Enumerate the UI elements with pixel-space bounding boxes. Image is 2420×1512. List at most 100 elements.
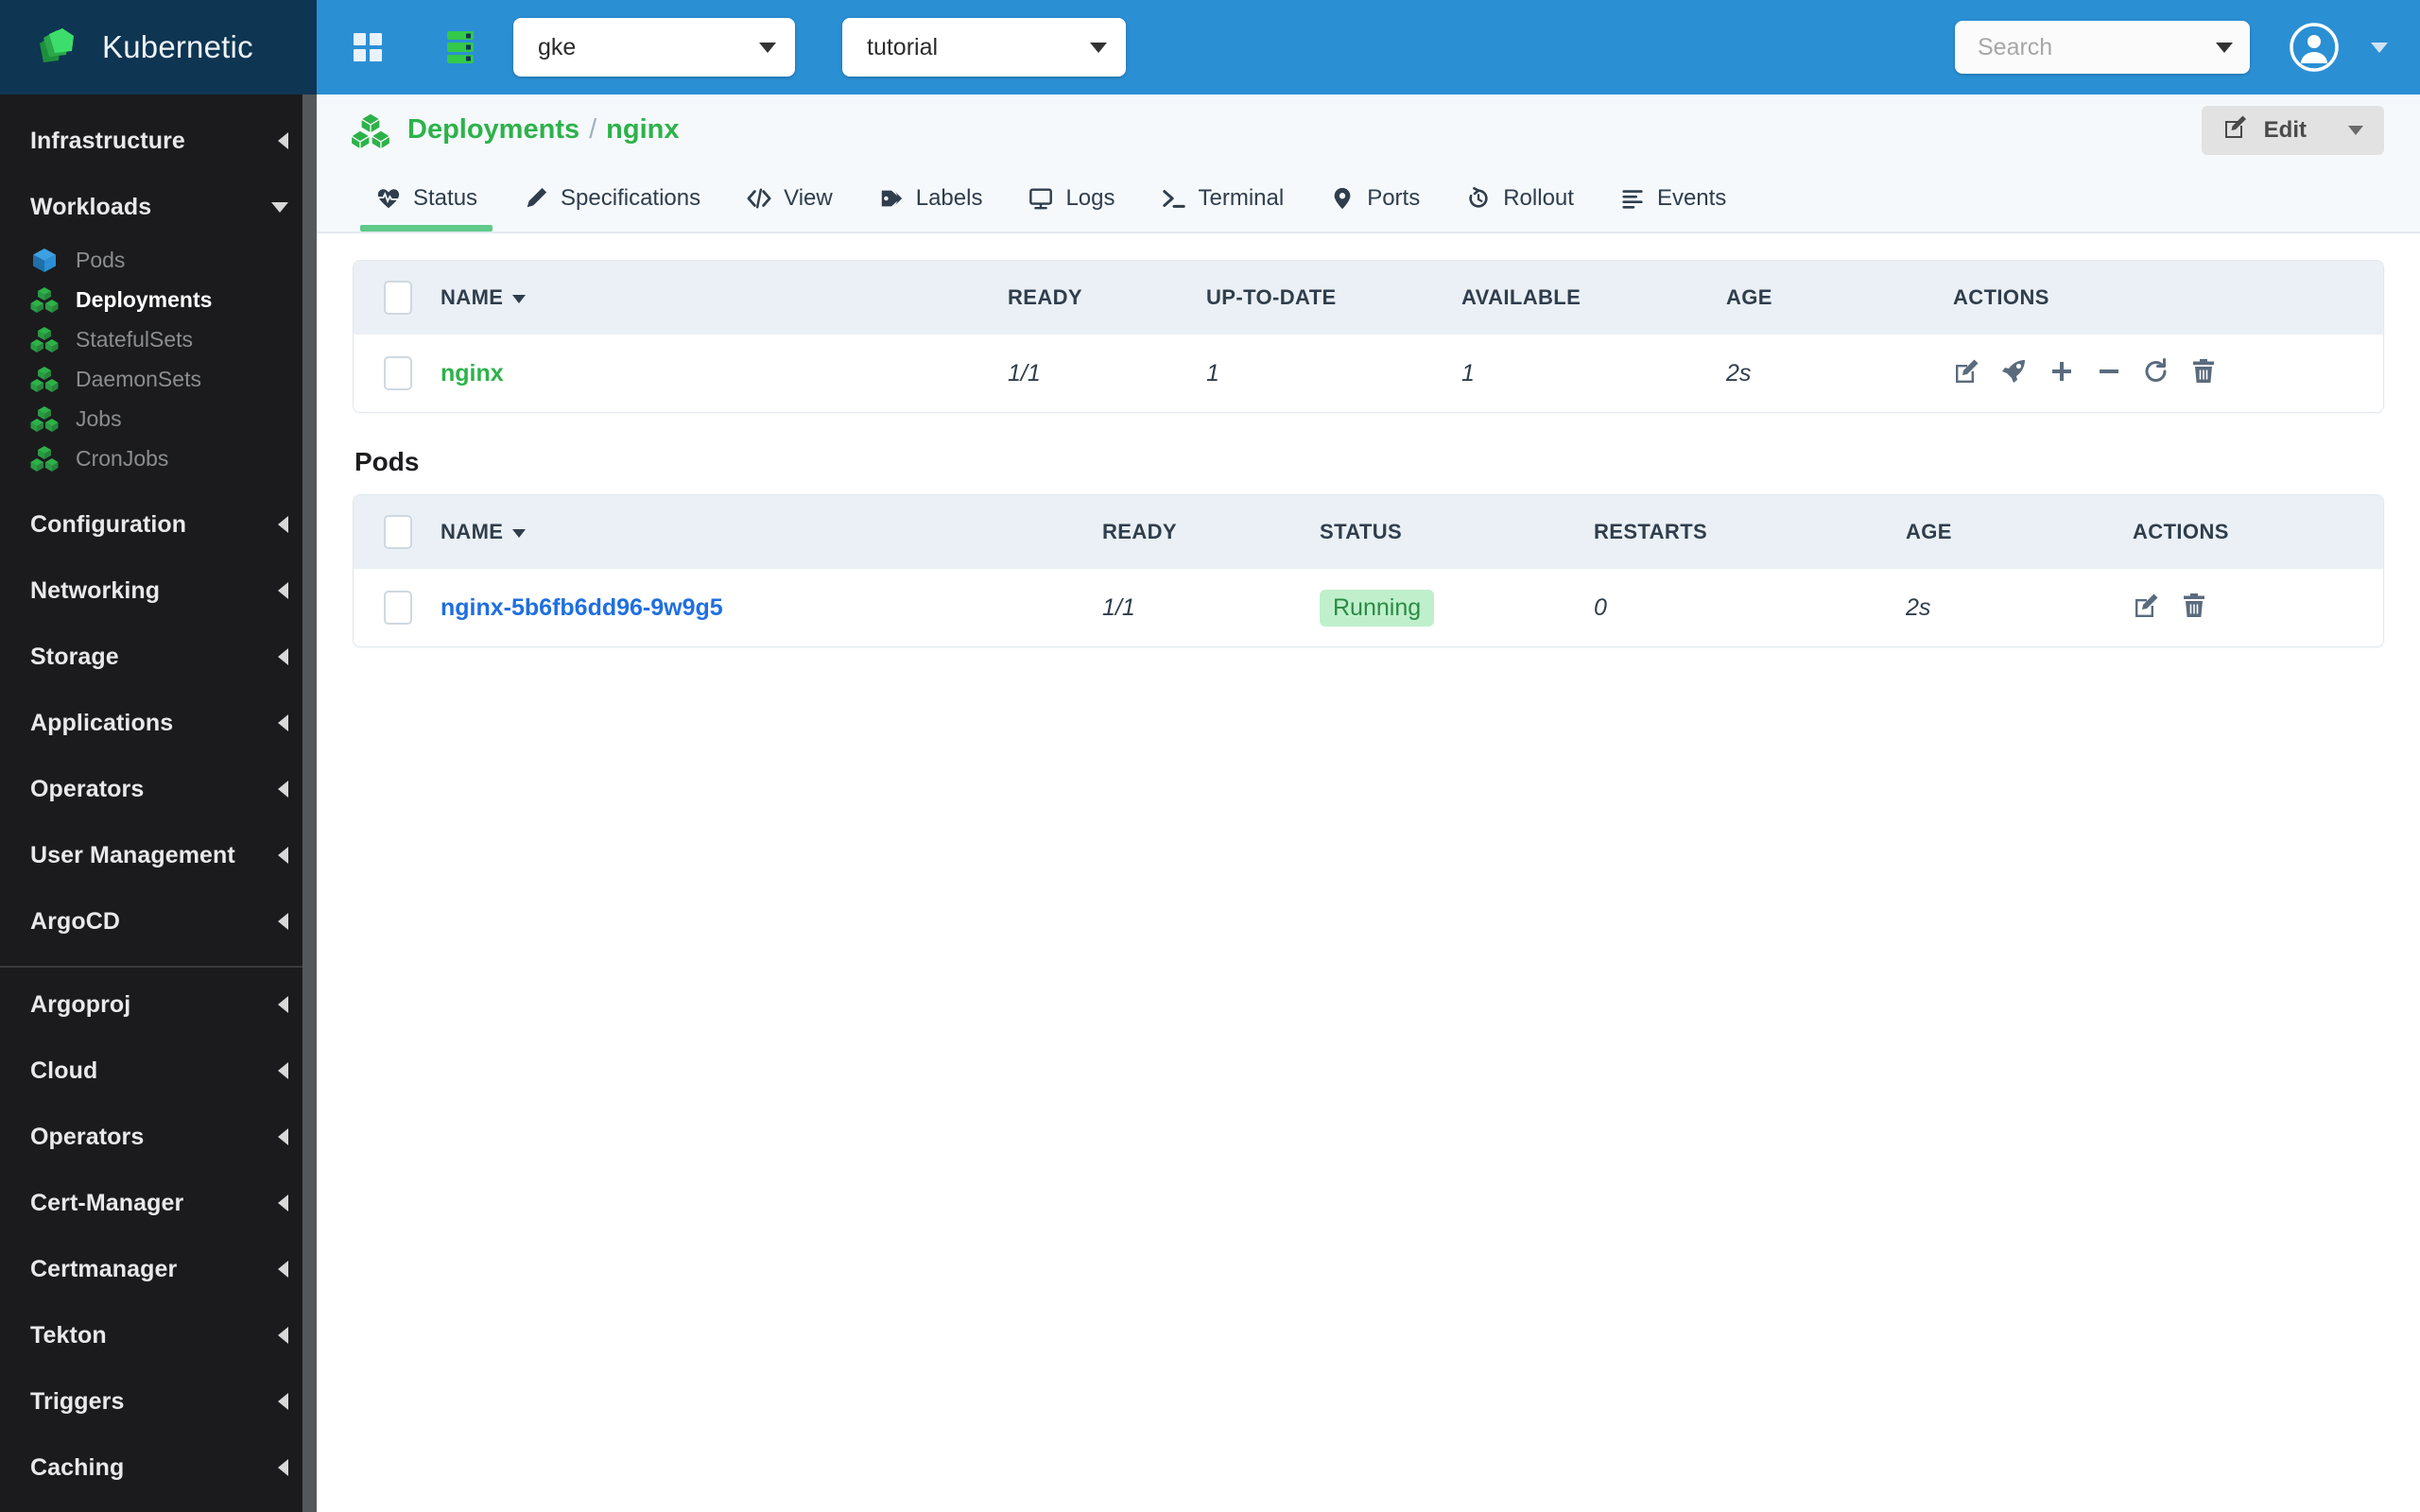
breadcrumb-deployments[interactable]: Deployments — [407, 114, 579, 146]
sidebar-group-storage[interactable]: Storage — [0, 624, 317, 690]
col-age[interactable]: AGE — [1726, 261, 1953, 335]
deployment-name-link[interactable]: nginx — [441, 360, 504, 387]
sidebar-group-triggers[interactable]: Triggers — [0, 1368, 317, 1435]
chevron-left-icon — [278, 1194, 288, 1211]
edit-icon[interactable] — [1953, 357, 1985, 389]
plus-icon[interactable] — [2048, 357, 2080, 389]
cubes-icon — [30, 365, 59, 393]
sidebar-item-deployments[interactable]: Deployments — [0, 280, 317, 319]
tab-labels[interactable]: Labels — [856, 165, 1006, 232]
sidebar-group-configuration[interactable]: Configuration — [0, 491, 317, 558]
sidebar-item-pods[interactable]: Pods — [0, 240, 317, 280]
tab-events[interactable]: Events — [1597, 165, 1749, 232]
col-name[interactable]: NAME — [441, 495, 1102, 569]
col-restarts[interactable]: RESTARTS — [1594, 495, 1906, 569]
map-pin-icon — [1329, 185, 1356, 212]
deployments-table-card: NAME READY UP-TO-DATE AVAILABLE AGE ACTI… — [353, 260, 2384, 413]
chevron-left-icon — [278, 714, 288, 731]
pods-table-card: NAME READY STATUS RESTARTS AGE ACTIONS n… — [353, 494, 2384, 647]
cluster-select[interactable]: gke — [513, 18, 795, 77]
ready-indicator: 1/1 — [1008, 360, 1041, 387]
tab-status[interactable]: Status — [353, 165, 500, 232]
row-select-cell — [354, 335, 441, 412]
select-all-checkbox[interactable] — [384, 515, 412, 549]
delete-icon[interactable] — [2189, 357, 2221, 389]
tab-terminal[interactable]: Terminal — [1138, 165, 1307, 232]
sidebar-divider — [0, 966, 317, 968]
rocket-icon[interactable] — [2000, 357, 2032, 389]
sidebar-group-cert-manager[interactable]: Cert-Manager — [0, 1170, 317, 1236]
pod-name-link[interactable]: nginx-5b6fb6dd96-9w9g5 — [441, 594, 723, 621]
caret-down-icon — [512, 294, 527, 303]
apps-grid-button[interactable] — [343, 23, 392, 72]
namespace-select[interactable]: tutorial — [842, 18, 1126, 77]
chevron-down-icon[interactable] — [2348, 125, 2363, 135]
sidebar-group-operators[interactable]: Operators — [0, 756, 317, 822]
cluster-status-button[interactable] — [436, 23, 485, 72]
terminal-prompt-icon — [1161, 185, 1187, 212]
sidebar-group-tekton[interactable]: Tekton — [0, 1302, 317, 1368]
page-header: Deployments / nginx Edit — [317, 94, 2420, 165]
chevron-left-icon — [278, 1393, 288, 1410]
select-all-checkbox[interactable] — [384, 281, 412, 315]
brand-header: Kubernetic — [0, 0, 317, 94]
sidebar-group-workloads[interactable]: Workloads — [0, 174, 317, 240]
row-checkbox[interactable] — [384, 591, 412, 625]
pods-table-body: nginx-5b6fb6dd96-9w9g5 1/1 Running 0 2s — [354, 569, 2383, 646]
cluster-select-value: gke — [538, 33, 577, 60]
sidebar-group-argocd[interactable]: ArgoCD — [0, 888, 317, 954]
search-input[interactable] — [1978, 33, 2195, 61]
sidebar-item-jobs[interactable]: Jobs — [0, 399, 317, 438]
row-checkbox[interactable] — [384, 356, 412, 390]
sidebar-group-applications[interactable]: Applications — [0, 690, 317, 756]
minus-icon[interactable] — [2095, 357, 2127, 389]
sidebar-group-certmanager[interactable]: Certmanager — [0, 1236, 317, 1302]
tab-label: Logs — [1065, 185, 1115, 211]
sidebar-group-cloud[interactable]: Cloud — [0, 1038, 317, 1104]
table-row[interactable]: nginx-5b6fb6dd96-9w9g5 1/1 Running 0 2s — [354, 569, 2383, 646]
user-account-icon[interactable] — [2288, 21, 2341, 74]
col-up-to-date[interactable]: UP-TO-DATE — [1206, 261, 1461, 335]
history-clock-icon — [1465, 185, 1492, 212]
search-box[interactable] — [1955, 21, 2250, 74]
cubes-icon — [30, 325, 59, 353]
sidebar-group-networking[interactable]: Networking — [0, 558, 317, 624]
sidebar-group-label: Operators — [30, 1123, 145, 1150]
ready-value: 1/1 — [1102, 593, 1135, 621]
user-menu-chevron-down-icon[interactable] — [2371, 42, 2388, 53]
sidebar-group-caching[interactable]: Caching — [0, 1435, 317, 1501]
tab-view[interactable]: View — [723, 165, 856, 232]
tab-rollout[interactable]: Rollout — [1443, 165, 1597, 232]
sidebar-group-operators-2[interactable]: Operators — [0, 1104, 317, 1170]
chevron-down-icon[interactable] — [2216, 42, 2233, 53]
col-age[interactable]: AGE — [1906, 495, 2133, 569]
deployment-cubes-icon — [350, 111, 391, 150]
sidebar-item-daemonsets[interactable]: DaemonSets — [0, 359, 317, 399]
sidebar-item-statefulsets[interactable]: StatefulSets — [0, 319, 317, 359]
edit-icon[interactable] — [2133, 592, 2165, 624]
table-row[interactable]: nginx 1/1 1 1 2s — [354, 335, 2383, 412]
col-ready[interactable]: READY — [1102, 495, 1320, 569]
col-name[interactable]: NAME — [441, 261, 1008, 335]
sidebar-item-label: Deployments — [76, 286, 213, 312]
sidebar-item-cronjobs[interactable]: CronJobs — [0, 438, 317, 478]
sidebar-group-jaegertracing[interactable]: Jaegertracing — [0, 1501, 317, 1512]
sidebar-group-infrastructure[interactable]: Infrastructure — [0, 108, 317, 174]
sidebar-group-user-management[interactable]: User Management — [0, 822, 317, 888]
sidebar-scrollbar-thumb[interactable] — [302, 94, 317, 1512]
tab-specifications[interactable]: Specifications — [500, 165, 723, 232]
chevron-left-icon — [278, 1062, 288, 1079]
tab-ports[interactable]: Ports — [1306, 165, 1443, 232]
sidebar-scrollbar[interactable] — [302, 94, 317, 1512]
sidebar-item-label: DaemonSets — [76, 366, 201, 391]
chevron-left-icon — [278, 1459, 288, 1476]
edit-button[interactable]: Edit — [2201, 105, 2384, 155]
col-available[interactable]: AVAILABLE — [1461, 261, 1726, 335]
sidebar-group-argoproj[interactable]: Argoproj — [0, 971, 317, 1038]
col-status[interactable]: STATUS — [1320, 495, 1594, 569]
sidebar-item-label: Pods — [76, 247, 126, 272]
col-ready[interactable]: READY — [1008, 261, 1206, 335]
tab-logs[interactable]: Logs — [1005, 165, 1137, 232]
delete-icon[interactable] — [2180, 592, 2212, 624]
restart-icon[interactable] — [2142, 357, 2174, 389]
